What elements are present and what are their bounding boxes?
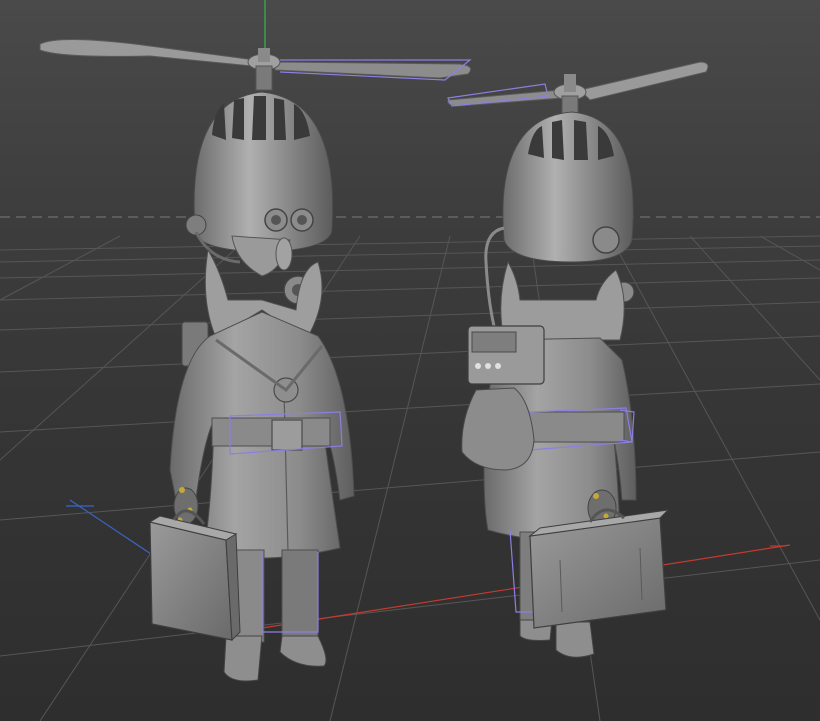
hand-front (173, 487, 199, 525)
nose-front (275, 237, 293, 271)
shoe-right-back (555, 621, 595, 658)
belt-back (519, 411, 625, 443)
radio-light-3 (495, 363, 501, 369)
belt-buckle-front (271, 419, 303, 451)
radio-light-1 (475, 363, 481, 369)
backpack-back (461, 387, 535, 471)
radio-light-2 (485, 363, 491, 369)
propeller-back[interactable] (447, 61, 709, 117)
radio-box-back[interactable] (467, 325, 545, 385)
leg-right-front (281, 549, 319, 643)
character-front-view[interactable] (39, 38, 472, 682)
suitcase-back[interactable] (528, 508, 670, 629)
shoe-left-front (223, 635, 263, 682)
shoe-right-front (279, 635, 327, 667)
viewport-canvas[interactable] (0, 0, 820, 721)
ear-piece-back (592, 226, 620, 254)
ground-grid (0, 235, 820, 721)
3d-viewport[interactable] (0, 0, 820, 721)
propeller-front[interactable] (39, 38, 472, 91)
character-back-view[interactable] (447, 61, 709, 658)
